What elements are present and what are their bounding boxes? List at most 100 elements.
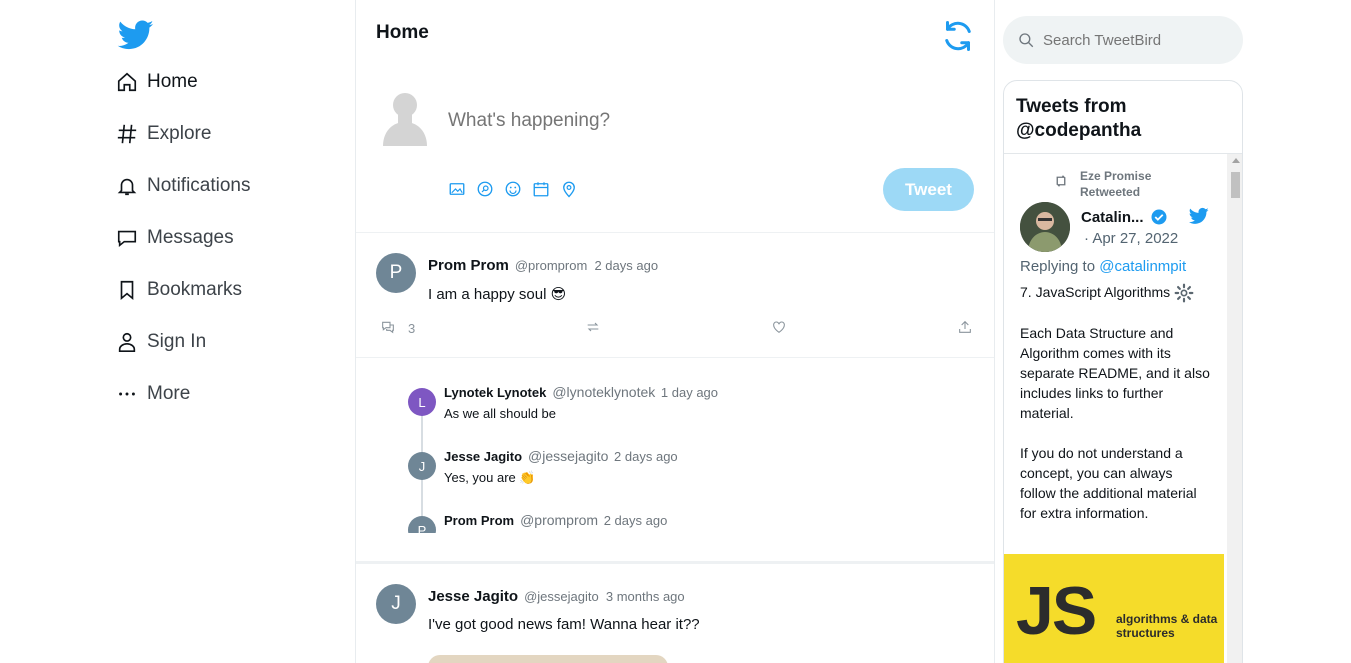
tweet-card[interactable]: J Jesse Jagito @jessejagito 3 months ago …	[356, 564, 994, 663]
tweet-card[interactable]: P Prom Prom @promprom 2 days ago I am a h…	[356, 233, 994, 357]
widget-title: Tweets from @codepantha	[1016, 96, 1142, 141]
nav-label-bookmarks: Bookmarks	[147, 279, 243, 300]
tweet-image[interactable]	[428, 655, 668, 663]
tweet-actions: 3	[380, 319, 976, 337]
bookmark-icon	[115, 278, 139, 302]
reply-thread: L Lynotek Lynotek @lynoteklynotek 1 day a…	[356, 357, 994, 533]
nav-item-more[interactable]: More	[115, 368, 251, 420]
search-input[interactable]	[1043, 31, 1223, 49]
retweet-button[interactable]	[585, 319, 601, 338]
compose-input[interactable]	[448, 110, 928, 132]
author-handle: @jessejagito	[524, 589, 599, 604]
more-icon	[115, 382, 139, 406]
tweet-paragraph: If you do not understand a concept, you …	[1020, 445, 1197, 522]
default-avatar-icon	[380, 88, 430, 146]
author-name[interactable]: Prom Prom	[428, 257, 509, 274]
timeline-widget: Tweets from @codepantha Eze Promise Retw…	[1003, 80, 1243, 663]
scrollbar-thumb[interactable]	[1231, 172, 1240, 198]
location-icon[interactable]	[560, 180, 578, 198]
reply-meta: Jesse Jagito @jessejagito 2 days ago	[444, 448, 678, 464]
replying-to: Replying to @catalinmpit	[1020, 258, 1186, 275]
bell-icon	[115, 174, 139, 198]
reply-text: Yes, you are 👏	[444, 470, 536, 485]
nav-label-notifications: Notifications	[147, 175, 251, 196]
author-name[interactable]: Jesse Jagito	[444, 449, 522, 464]
nav-label-home: Home	[147, 71, 198, 92]
emoji-icon[interactable]	[504, 180, 522, 198]
twitter-bird-icon[interactable]	[1188, 206, 1210, 226]
tweet-composer: Tweet	[356, 70, 994, 233]
reply-button[interactable]: 3	[380, 319, 415, 338]
tweet-time: 2 days ago	[594, 258, 659, 273]
tweet-meta: Prom Prom @promprom 2 days ago	[428, 257, 658, 274]
avatar[interactable]: P	[376, 253, 416, 293]
author-name[interactable]: Prom Prom	[444, 513, 514, 528]
main-nav: Home Explore Notifications Messages Book…	[115, 56, 251, 420]
reply-time: 1 day ago	[660, 385, 719, 400]
author-name[interactable]: Jesse Jagito	[428, 588, 518, 605]
avatar[interactable]: J	[408, 452, 436, 480]
replying-to-link[interactable]: @catalinmpit	[1099, 258, 1186, 275]
tweet-meta: Jesse Jagito @jessejagito 3 months ago	[428, 588, 685, 605]
reply-time: 2 days ago	[614, 449, 678, 464]
tweet-time: 3 months ago	[605, 589, 685, 604]
avatar[interactable]: L	[408, 388, 436, 416]
replying-prefix: Replying to	[1020, 258, 1100, 275]
like-button[interactable]	[771, 319, 787, 338]
widget-scrollbar[interactable]	[1227, 154, 1242, 663]
tweet-date[interactable]: · Apr 27, 2022	[1084, 230, 1178, 247]
author-name[interactable]: Catalin...	[1081, 209, 1144, 226]
author-handle: @promprom	[520, 512, 599, 528]
js-card-subtitle: algorithms & data structures	[1116, 612, 1218, 640]
calendar-icon[interactable]	[532, 180, 550, 198]
message-icon	[115, 226, 139, 250]
page-title: Home	[376, 22, 429, 43]
embedded-timeline[interactable]: Eze Promise Retweeted Catalin... · Apr 2…	[1004, 153, 1242, 663]
nav-label-more: More	[147, 383, 191, 404]
gear-icon	[1174, 283, 1194, 303]
retweet-icon	[585, 319, 601, 338]
nav-item-bookmarks[interactable]: Bookmarks	[115, 264, 251, 316]
nav-item-home[interactable]: Home	[115, 56, 251, 108]
home-icon	[115, 70, 139, 94]
right-sidebar: Tweets from @codepantha Eze Promise Retw…	[1003, 0, 1243, 663]
avatar[interactable]	[1020, 202, 1070, 252]
search-bar[interactable]	[1003, 16, 1243, 64]
left-sidebar: Home Explore Notifications Messages Book…	[0, 0, 356, 663]
share-button[interactable]	[957, 319, 973, 338]
search-icon	[1017, 31, 1035, 49]
nav-label-sign-in: Sign In	[147, 331, 207, 352]
gif-search-icon[interactable]	[476, 180, 494, 198]
reply-text: As we all should be	[444, 406, 557, 421]
retweet-icon	[1052, 172, 1070, 190]
nav-item-notifications[interactable]: Notifications	[115, 160, 251, 212]
js-algorithms-image[interactable]: JS algorithms & data structures	[1004, 554, 1224, 663]
bird-logo-icon[interactable]	[115, 17, 157, 53]
refresh-icon[interactable]	[940, 18, 976, 54]
nav-item-messages[interactable]: Messages	[115, 212, 251, 264]
user-icon	[115, 330, 139, 354]
reply-count: 3	[408, 321, 416, 336]
author-name[interactable]: Lynotek Lynotek	[444, 385, 546, 400]
nav-item-sign-in[interactable]: Sign In	[115, 316, 251, 368]
reply-meta: Lynotek Lynotek @lynoteklynotek 1 day ago	[444, 384, 718, 400]
scroll-up-arrow-icon[interactable]	[1232, 158, 1240, 163]
js-logo-text: JS	[1016, 573, 1097, 649]
author-handle: @promprom	[514, 258, 588, 273]
tweet-button[interactable]: Tweet	[883, 168, 974, 211]
hashtag-icon	[115, 122, 139, 146]
reply-icon	[380, 319, 396, 338]
retweet-indicator: Eze Promise Retweeted	[1052, 168, 1170, 200]
verified-badge-icon	[1150, 208, 1168, 226]
avatar[interactable]: J	[376, 584, 416, 624]
composer-toolbar	[448, 180, 578, 198]
share-icon	[957, 319, 973, 338]
tweet-text: I am a happy soul 😎	[428, 286, 567, 303]
nav-item-explore[interactable]: Explore	[115, 108, 251, 160]
tweet-paragraph: Each Data Structure and Algorithm comes …	[1020, 325, 1210, 422]
nav-label-explore: Explore	[147, 123, 212, 144]
image-icon[interactable]	[448, 180, 466, 198]
author-name-row[interactable]: Catalin...	[1081, 208, 1168, 226]
author-handle: @jessejagito	[528, 448, 609, 464]
avatar[interactable]: P	[408, 516, 436, 533]
